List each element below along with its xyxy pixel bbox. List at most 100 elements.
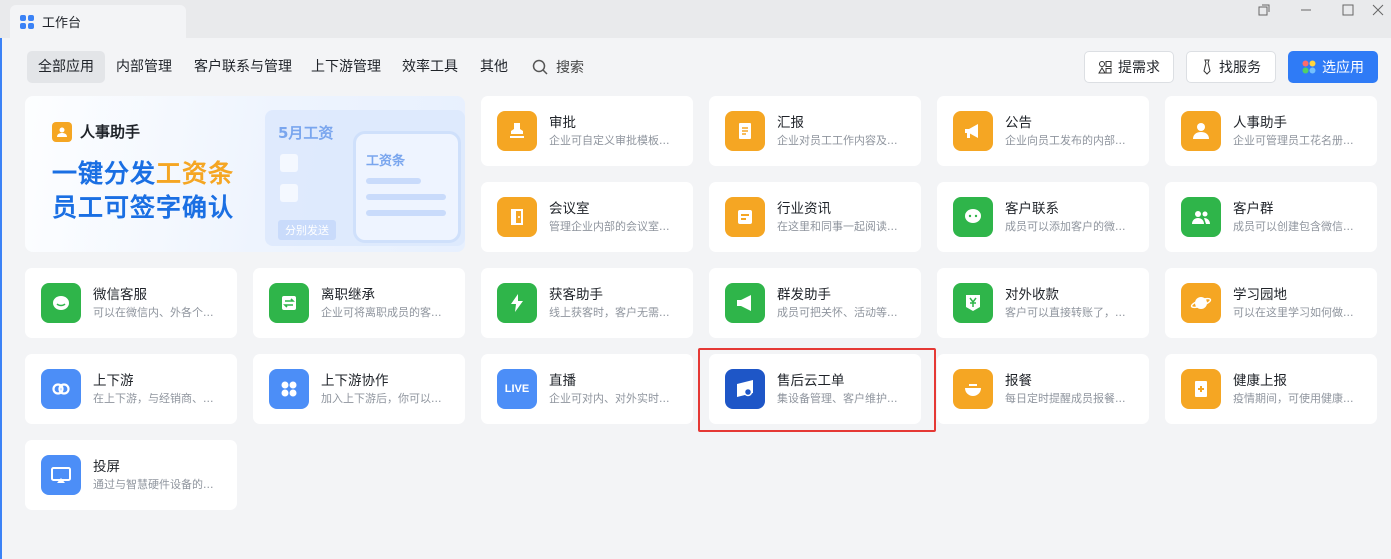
app-card[interactable]: 健康上报 疫情期间，可使用健康...: [1165, 354, 1377, 424]
app-description: 每日定时提醒成员报餐...: [1005, 392, 1126, 405]
app-description: 可以在微信内、外各个...: [93, 306, 214, 319]
app-name: 获客助手: [549, 287, 603, 303]
mock-row-box: [280, 154, 298, 172]
app-name: 对外收款: [1005, 287, 1059, 303]
stamp-icon: [497, 111, 537, 151]
app-description: 客户可以直接转账了，...: [1005, 306, 1126, 319]
tab-upstream-downstream[interactable]: 上下游管理: [300, 51, 392, 83]
person-icon: [1181, 111, 1221, 151]
app-card[interactable]: 会议室 管理企业内部的会议室...: [481, 182, 693, 252]
app-card[interactable]: 客户联系成员可以添加客户的微...: [937, 182, 1149, 252]
app-name: 客户群: [1233, 201, 1274, 217]
app-description: 管理企业内部的会议室...: [549, 220, 670, 233]
door-icon: [497, 197, 537, 237]
app-description: 成员可把关怀、活动等...: [777, 306, 898, 319]
health-icon: [1181, 369, 1221, 409]
promo-banner[interactable]: 5月工资 工资条 分别发送 人事助手 一键分发工资条 员工可签字确认: [25, 96, 465, 252]
app-description: 企业对员工工作内容及...: [777, 134, 898, 147]
select-app-button[interactable]: 选应用: [1288, 51, 1378, 83]
app-card[interactable]: LIVE 直播 企业可对内、对外实时...: [481, 354, 693, 424]
app-card[interactable]: 对外收款客户可以直接转账了，...: [937, 268, 1149, 338]
app-text: 获客助手线上获客时，客户无需...: [549, 285, 689, 321]
app-name: 离职继承: [321, 287, 375, 303]
live-icon-text: LIVE: [504, 383, 530, 395]
app-description: 在这里和同事一起阅读...: [777, 220, 898, 233]
app-card[interactable]: 客户群成员可以创建包含微信...: [1165, 182, 1377, 252]
transfer-icon: [269, 283, 309, 323]
app-description: 企业可对内、对外实时...: [549, 392, 670, 405]
app-description: 企业可自定义审批模板...: [549, 134, 670, 147]
app-text: 公告企业向员工发布的内部...: [1005, 113, 1145, 149]
app-grid-icon: [20, 14, 34, 29]
app-text: 会议室 管理企业内部的会议室...: [549, 199, 689, 235]
app-card[interactable]: 微信客服可以在微信内、外各个...: [25, 268, 237, 338]
search-label: 搜索: [556, 60, 584, 76]
app-text: 汇报企业对员工工作内容及...: [777, 113, 917, 149]
app-text: 健康上报 疫情期间，可使用健康...: [1233, 371, 1373, 407]
tab-customer[interactable]: 客户联系与管理: [183, 51, 303, 83]
grid-icon: [269, 369, 309, 409]
group-icon: [1181, 197, 1221, 237]
app-text: 行业资讯在这里和同事一起阅读...: [777, 199, 917, 235]
app-card[interactable]: 投屏通过与智慧硬件设备的...: [25, 440, 237, 510]
broadcast-icon: [725, 283, 765, 323]
app-card[interactable]: 行业资讯在这里和同事一起阅读...: [709, 182, 921, 252]
highlight-box: [698, 348, 936, 432]
app-description: 通过与智慧硬件设备的...: [93, 478, 214, 491]
app-text: 直播 企业可对内、对外实时...: [549, 371, 689, 407]
request-button[interactable]: 提需求: [1084, 51, 1174, 83]
app-description: 企业向员工发布的内部...: [1005, 134, 1126, 147]
app-card[interactable]: 群发助手成员可把关怀、活动等...: [709, 268, 921, 338]
app-name: 审批: [549, 115, 576, 131]
app-name: 公告: [1005, 115, 1032, 131]
app-card[interactable]: 报餐 每日定时提醒成员报餐...: [937, 354, 1149, 424]
app-text: 离职继承 企业可将离职成员的客...: [321, 285, 461, 321]
app-card[interactable]: 学习园地 可以在这里学习如何做...: [1165, 268, 1377, 338]
mock-bar: [366, 194, 446, 200]
mock-row-box: [280, 184, 298, 202]
app-card[interactable]: 上下游 在上下游，与经销商、...: [25, 354, 237, 424]
app-card[interactable]: 上下游协作 加入上下游后，你可以...: [253, 354, 465, 424]
tab-other[interactable]: 其他: [469, 51, 519, 83]
bowl-icon: [953, 369, 993, 409]
maximize-icon[interactable]: [1328, 0, 1368, 20]
request-label: 提需求: [1118, 60, 1160, 76]
search-button[interactable]: 搜索: [532, 51, 584, 83]
app-card[interactable]: 审批企业可自定义审批模板...: [481, 96, 693, 166]
app-name: 微信客服: [93, 287, 147, 303]
app-text: 投屏通过与智慧硬件设备的...: [93, 457, 233, 493]
app-name: 行业资讯: [777, 201, 831, 217]
close-icon[interactable]: [1364, 0, 1391, 20]
app-description: 成员可以创建包含微信...: [1233, 220, 1354, 233]
app-card[interactable]: 获客助手线上获客时，客户无需...: [481, 268, 693, 338]
tab-all-apps[interactable]: 全部应用: [27, 51, 105, 83]
payment-icon: [953, 283, 993, 323]
app-name: 群发助手: [777, 287, 831, 303]
app-text: 微信客服可以在微信内、外各个...: [93, 285, 233, 321]
minimize-icon[interactable]: [1286, 0, 1326, 20]
app-description: 企业可管理员工花名册...: [1233, 134, 1354, 147]
app-text: 人事助手 企业可管理员工花名册...: [1233, 113, 1373, 149]
window-tab[interactable]: 工作台: [10, 5, 186, 38]
app-card[interactable]: 汇报企业对员工工作内容及...: [709, 96, 921, 166]
app-name: 汇报: [777, 115, 804, 131]
tab-efficiency[interactable]: 效率工具: [391, 51, 469, 83]
banner-headline-1: 一键分发工资条: [52, 154, 234, 190]
app-name: 客户联系: [1005, 201, 1059, 217]
app-card[interactable]: 人事助手 企业可管理员工花名册...: [1165, 96, 1377, 166]
banner-headline-2: 员工可签字确认: [52, 193, 235, 222]
app-description: 疫情期间，可使用健康...: [1233, 392, 1354, 405]
app-name: 投屏: [93, 459, 120, 475]
app-description: 加入上下游后，你可以...: [321, 392, 442, 405]
tab-internal[interactable]: 内部管理: [105, 51, 183, 83]
app-description: 线上获客时，客户无需...: [549, 306, 670, 319]
app-card[interactable]: 公告企业向员工发布的内部...: [937, 96, 1149, 166]
app-description: 成员可以添加客户的微...: [1005, 220, 1126, 233]
banner-headline-highlight: 工资条: [156, 159, 235, 188]
app-card[interactable]: 离职继承 企业可将离职成员的客...: [253, 268, 465, 338]
find-service-button[interactable]: 找服务: [1186, 51, 1276, 83]
request-icon: [1098, 61, 1112, 74]
link-icon: [41, 369, 81, 409]
app-description: 可以在这里学习如何做...: [1233, 306, 1354, 319]
restore-window-icon[interactable]: [1244, 0, 1284, 20]
